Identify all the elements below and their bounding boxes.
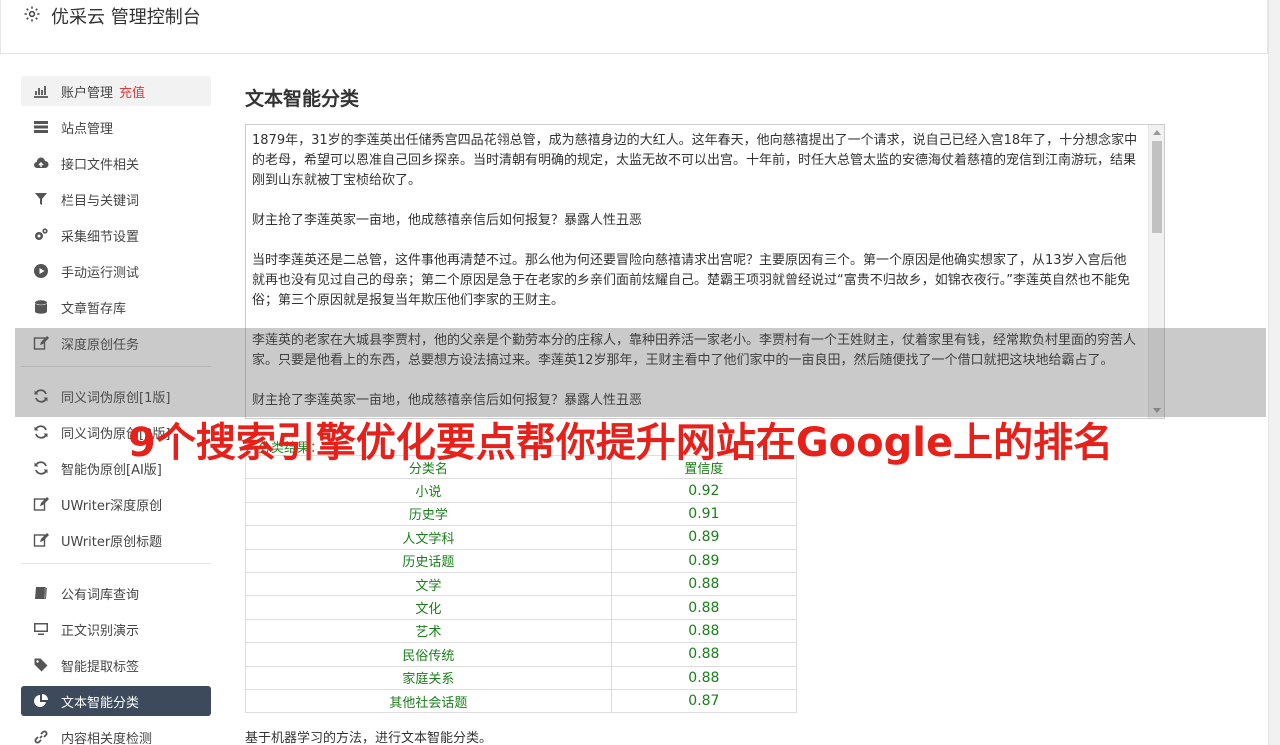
page-scrollbar[interactable] bbox=[1268, 0, 1280, 745]
book-icon bbox=[33, 585, 49, 601]
method-note: 基于机器学习的方法，进行文本智能分类。 bbox=[245, 731, 493, 745]
gear-icon[interactable] bbox=[23, 5, 41, 23]
category-cell: 人文学科 bbox=[245, 525, 612, 550]
sidebar-item-text-classify[interactable]: 文本智能分类 bbox=[21, 686, 211, 716]
sidebar-item-label: 内容相关度检测 bbox=[61, 731, 153, 745]
scroll-thumb[interactable] bbox=[1152, 141, 1162, 233]
table-row: 其他社会话题 0.87 bbox=[245, 688, 798, 714]
confidence-cell: 0.88 bbox=[610, 665, 798, 690]
link-icon bbox=[33, 729, 49, 745]
edit-icon bbox=[33, 532, 49, 548]
edit-icon bbox=[33, 496, 49, 512]
sidebar-item-label: 栏目与关键词 bbox=[61, 193, 140, 209]
dim-overlay-band bbox=[15, 328, 1266, 417]
recharge-link[interactable]: 充值 bbox=[119, 82, 145, 101]
table-row: 历史话题 0.89 bbox=[245, 548, 798, 573]
filter-icon bbox=[33, 191, 49, 207]
classification-table: 分类名 置信度 小说 0.92 历史学 0.91 人文学科 0.89 历史话题 0.89… bbox=[245, 454, 798, 714]
sidebar-item-manual-run[interactable]: 手动运行测试 bbox=[21, 256, 211, 286]
table-row: 艺术 0.88 bbox=[245, 618, 798, 644]
overlay-headline: 9个搜索引擎优化要点帮你提升网站在Google上的排名 bbox=[128, 420, 1114, 466]
sidebar-divider bbox=[21, 563, 211, 564]
confidence-cell: 0.88 bbox=[610, 642, 798, 667]
confidence-cell: 0.89 bbox=[610, 525, 798, 550]
bar-chart-icon bbox=[33, 83, 49, 99]
category-cell: 历史学 bbox=[245, 501, 612, 527]
sidebar-item-sites[interactable]: 站点管理 bbox=[21, 112, 211, 142]
sidebar-item-uwriter-deep[interactable]: UWriter深度原创 bbox=[21, 489, 211, 519]
gears-icon bbox=[33, 227, 49, 243]
sidebar-item-body-recognition[interactable]: 正文识别演示 bbox=[21, 614, 211, 644]
refresh-icon bbox=[33, 460, 49, 476]
category-cell: 文学 bbox=[245, 571, 612, 597]
sidebar-item-columns-keywords[interactable]: 栏目与关键词 bbox=[21, 184, 211, 214]
table-row: 文学 0.88 bbox=[245, 571, 798, 597]
play-circle-icon bbox=[33, 263, 49, 279]
confidence-cell: 0.88 bbox=[610, 595, 798, 620]
pie-chart-icon bbox=[33, 693, 49, 709]
sidebar-item-label: 采集细节设置 bbox=[61, 229, 140, 245]
table-row: 人文学科 0.89 bbox=[245, 525, 798, 550]
sidebar-item-label: 站点管理 bbox=[61, 121, 114, 137]
sidebar-item-label: 公有词库查询 bbox=[61, 587, 140, 603]
category-cell: 文化 bbox=[245, 595, 612, 620]
sidebar-item-smart-tags[interactable]: 智能提取标签 bbox=[21, 650, 211, 680]
sidebar-item-interface-files[interactable]: 接口文件相关 bbox=[21, 148, 211, 178]
sidebar-item-relevance-check[interactable]: 内容相关度检测 bbox=[21, 722, 211, 745]
confidence-cell: 0.91 bbox=[610, 501, 798, 527]
category-cell: 其他社会话题 bbox=[245, 688, 612, 714]
tag-icon bbox=[33, 657, 49, 673]
table-row: 家庭关系 0.88 bbox=[245, 665, 798, 690]
sidebar-item-uwriter-title[interactable]: UWriter原创标题 bbox=[21, 525, 211, 555]
app-title: 优采云 管理控制台 bbox=[51, 7, 201, 28]
category-cell: 家庭关系 bbox=[245, 665, 612, 690]
confidence-cell: 0.87 bbox=[610, 688, 798, 714]
confidence-cell: 0.88 bbox=[610, 618, 798, 644]
sidebar-item-collect-settings[interactable]: 采集细节设置 bbox=[21, 220, 211, 250]
table-row: 民俗传统 0.88 bbox=[245, 642, 798, 667]
scroll-up-icon[interactable] bbox=[1153, 130, 1161, 135]
sidebar-item-public-lexicon[interactable]: 公有词库查询 bbox=[21, 578, 211, 608]
main-content: 文本智能分类 1879年，31岁的李莲英出任储秀宫四品花翎总管，成为慈禧身边的大… bbox=[245, 84, 1165, 419]
sidebar-item-label: 文章暂存库 bbox=[61, 301, 127, 317]
sidebar-item-label: UWriter深度原创 bbox=[61, 498, 163, 514]
category-cell: 艺术 bbox=[245, 618, 612, 644]
sidebar-item-label: 正文识别演示 bbox=[61, 623, 140, 639]
sidebar-item-label: UWriter原创标题 bbox=[61, 534, 163, 550]
table-row: 历史学 0.91 bbox=[245, 501, 798, 527]
sidebar-item-account[interactable]: 账户管理 充值 bbox=[21, 76, 211, 106]
category-cell: 历史话题 bbox=[245, 548, 612, 573]
sidebar-item-article-store[interactable]: 文章暂存库 bbox=[21, 292, 211, 322]
confidence-cell: 0.89 bbox=[610, 548, 798, 573]
refresh-icon bbox=[33, 424, 49, 440]
category-cell: 小说 bbox=[245, 478, 612, 503]
sidebar-item-label: 账户管理 bbox=[61, 85, 114, 101]
sidebar-item-label: 文本智能分类 bbox=[61, 695, 140, 711]
table-row: 小说 0.92 bbox=[245, 478, 798, 503]
sidebar-item-label: 智能提取标签 bbox=[61, 659, 140, 675]
sidebar-item-label: 手动运行测试 bbox=[61, 265, 140, 281]
server-icon bbox=[33, 119, 49, 135]
confidence-cell: 0.88 bbox=[610, 571, 798, 597]
confidence-cell: 0.92 bbox=[610, 478, 798, 503]
table-row: 文化 0.88 bbox=[245, 595, 798, 620]
monitor-icon bbox=[33, 621, 49, 637]
database-icon bbox=[33, 299, 49, 315]
cloud-upload-icon bbox=[33, 155, 49, 171]
sidebar-item-label: 接口文件相关 bbox=[61, 157, 140, 173]
top-bar: 优采云 管理控制台 bbox=[0, 0, 1268, 54]
category-cell: 民俗传统 bbox=[245, 642, 612, 667]
page-title: 文本智能分类 bbox=[245, 88, 360, 110]
